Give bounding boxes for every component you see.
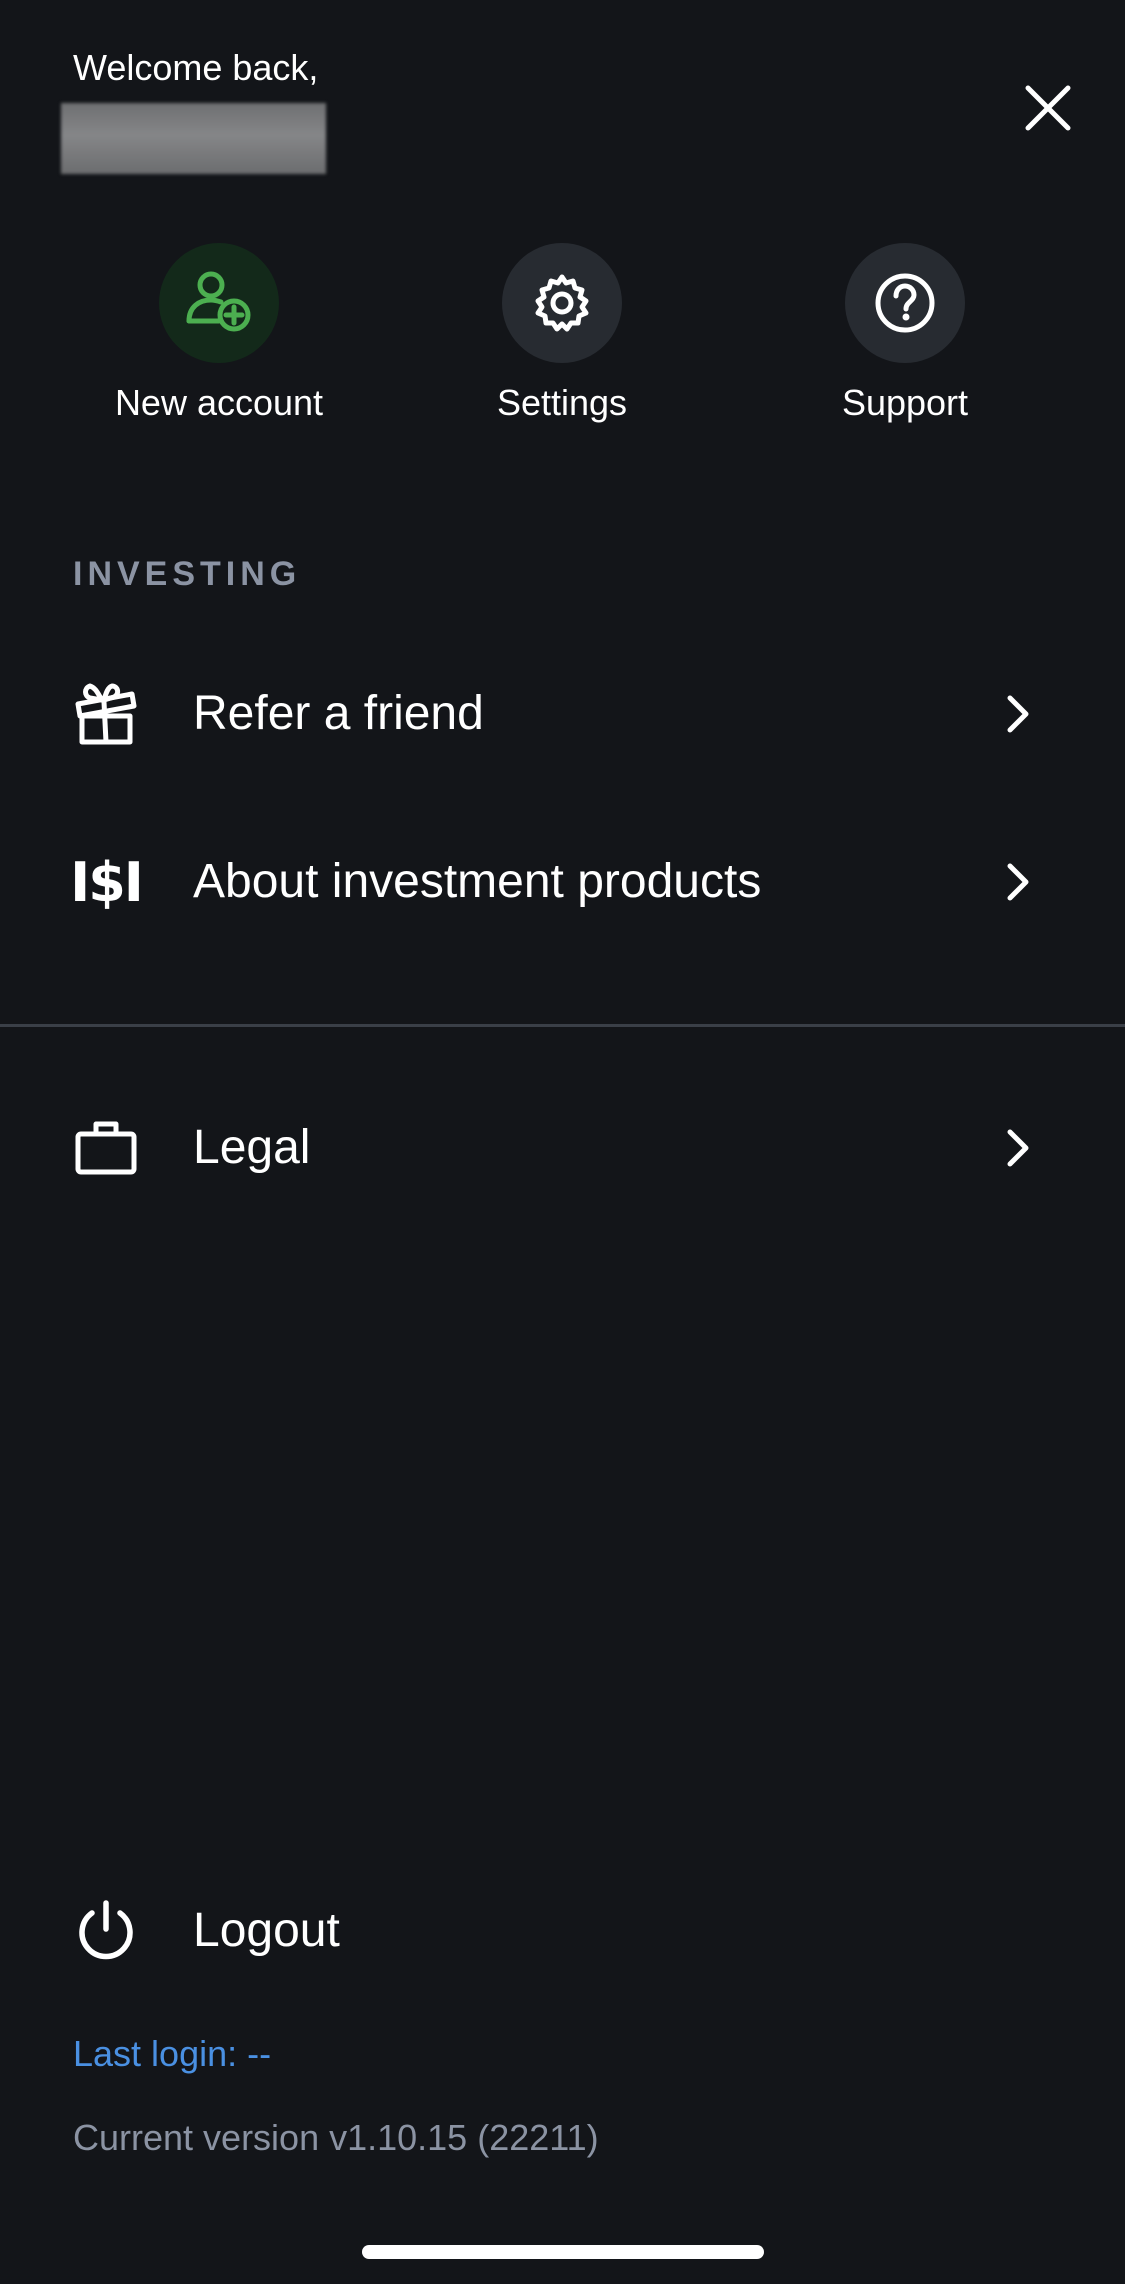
welcome-text: Welcome back, [73, 47, 319, 88]
menu-item-about-investment-products[interactable]: I$I About investment products [0, 822, 1125, 942]
menu-item-legal[interactable]: Legal [0, 1088, 1125, 1208]
gear-icon [535, 274, 589, 332]
support-label: Support [841, 382, 969, 423]
menu-header: Welcome back, [0, 0, 1125, 200]
power-icon [79, 1900, 133, 1960]
menu-item-refer-a-friend[interactable]: Refer a friend [0, 654, 1125, 774]
support-icon-circle [845, 243, 965, 363]
chevron-right-icon [1000, 1124, 1036, 1172]
chevron-right-icon [1000, 858, 1036, 906]
briefcase-icon [75, 1121, 137, 1175]
question-circle-icon [875, 273, 935, 333]
new-account-button[interactable]: New account [69, 243, 369, 427]
home-indicator[interactable] [362, 2245, 764, 2259]
dollar-icon: I$I [70, 850, 144, 914]
gift-icon [75, 683, 137, 745]
close-button[interactable] [1016, 76, 1080, 140]
quick-actions: New account Settings Support [0, 243, 1125, 443]
settings-button[interactable]: Settings [412, 243, 712, 427]
power-icon-wrap [70, 1895, 142, 1967]
new-account-label: New account [114, 382, 324, 423]
gift-icon-wrap [70, 678, 142, 750]
section-divider [0, 1024, 1125, 1027]
add-user-icon [186, 271, 251, 332]
logout-label: Logout [193, 1904, 340, 1957]
investing-section-title: INVESTING [73, 555, 302, 593]
last-login-link[interactable]: Last login: -- [73, 2030, 271, 2078]
chevron-right-icon [1000, 690, 1036, 738]
new-account-icon-circle [159, 243, 279, 363]
menu-item-label: About investment products [193, 855, 762, 908]
support-button[interactable]: Support [755, 243, 1055, 427]
menu-item-label: Refer a friend [193, 687, 484, 740]
app-version: Current version v1.10.15 (22211) [73, 2117, 599, 2158]
settings-label: Settings [496, 382, 628, 423]
briefcase-icon-wrap [70, 1112, 142, 1184]
close-icon [1025, 85, 1071, 131]
menu-item-label: Legal [193, 1121, 311, 1174]
logout-button[interactable]: Logout [0, 1871, 1125, 1991]
settings-icon-circle [502, 243, 622, 363]
username-redacted [61, 103, 326, 174]
